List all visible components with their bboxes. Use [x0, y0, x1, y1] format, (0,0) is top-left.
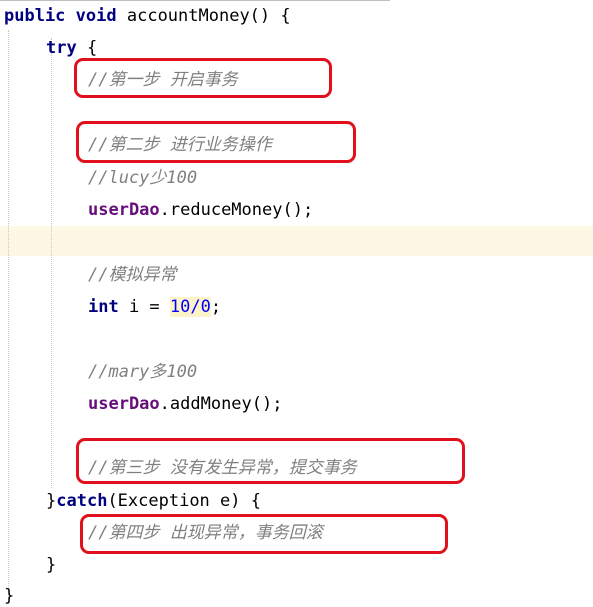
reduce-money-call[interactable]: userDao.reduceMoney(); — [88, 199, 313, 221]
try-statement[interactable]: try { — [46, 37, 97, 59]
division-expression: 10/0 — [169, 297, 211, 317]
method-close-brace: } — [4, 586, 15, 606]
catch-statement[interactable]: }catch(Exception e) { — [46, 490, 261, 512]
indent-guide — [8, 30, 9, 590]
comment-mary[interactable]: //mary多100 — [88, 361, 197, 383]
field-userdao: userDao — [88, 200, 160, 220]
annotation-box-step2 — [76, 121, 356, 163]
annotation-box-step4 — [80, 514, 448, 554]
keyword-catch: catch — [56, 491, 108, 511]
int-division-line[interactable]: int i = 10/0; — [88, 296, 221, 318]
editor-top-border — [0, 0, 390, 1]
statement-end: ; — [210, 297, 222, 317]
catch-close-brace: } — [46, 555, 57, 575]
try-brace: { — [76, 38, 98, 58]
comment-lucy[interactable]: //lucy少100 — [88, 167, 197, 189]
method-signature: accountMoney() { — [116, 6, 291, 26]
current-line-highlight — [0, 226, 593, 256]
catch-brace: } — [46, 491, 57, 511]
indent-guide — [51, 38, 52, 488]
annotation-box-step3 — [76, 438, 465, 484]
add-money-call[interactable]: userDao.addMoney(); — [88, 393, 282, 415]
add-money-method: .addMoney(); — [159, 394, 283, 414]
keyword-int: int — [88, 297, 119, 317]
keyword-try: try — [46, 38, 77, 58]
reduce-money-method: .reduceMoney(); — [159, 200, 314, 220]
annotation-box-step1 — [74, 58, 332, 98]
catch-signature: (Exception e) { — [107, 491, 261, 511]
method-declaration[interactable]: public void accountMoney() { — [4, 5, 291, 27]
comment-simulate-exception[interactable]: //模拟异常 — [88, 264, 176, 286]
keyword-void: void — [75, 6, 117, 26]
keyword-public: public — [4, 6, 66, 26]
int-assignment: i = — [118, 297, 170, 317]
field-userdao: userDao — [88, 394, 160, 414]
